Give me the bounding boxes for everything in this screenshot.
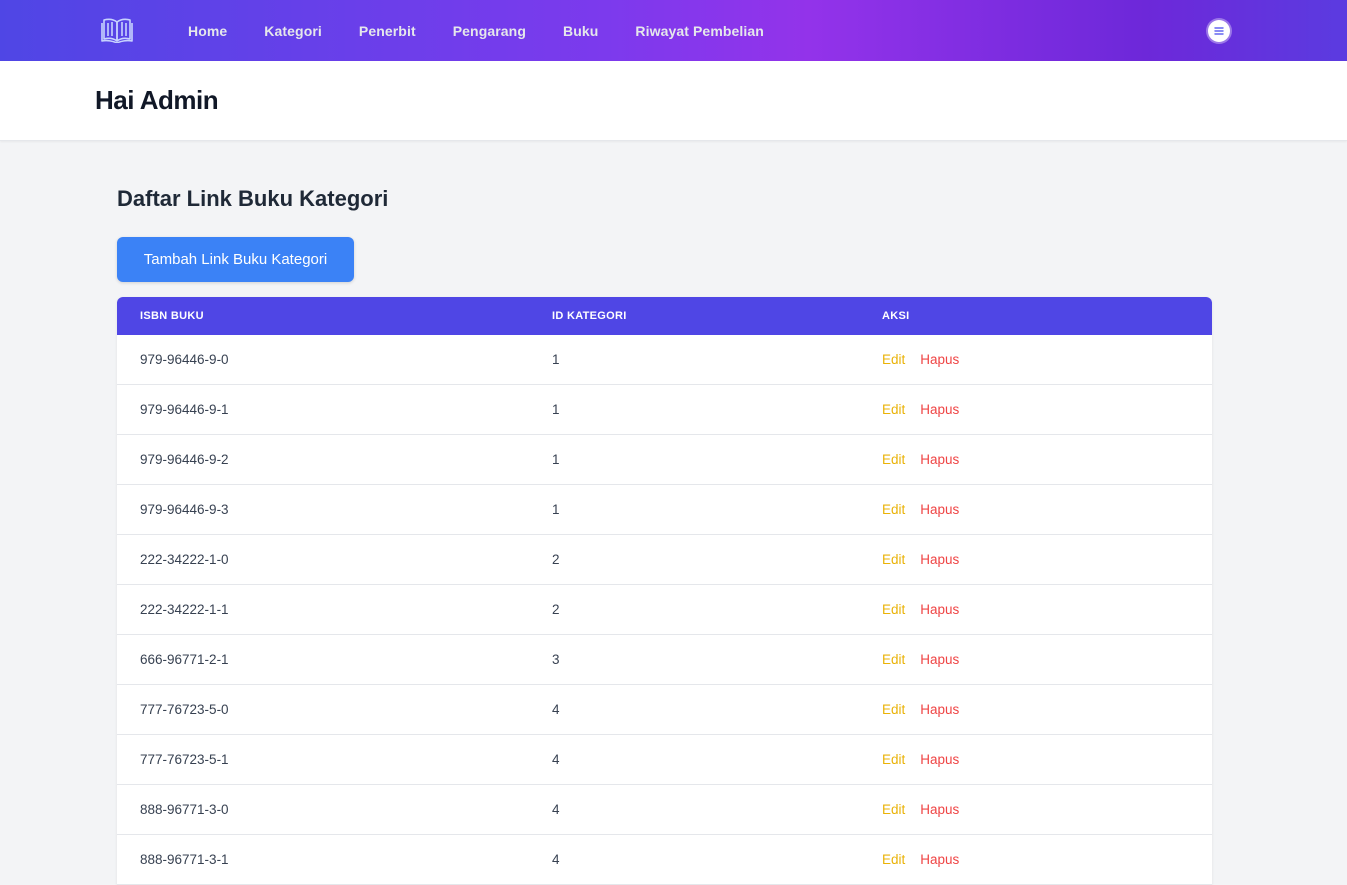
delete-link[interactable]: Hapus (920, 352, 959, 367)
isbn-cell: 979-96446-9-1 (140, 402, 229, 417)
id-kategori-cell: 4 (552, 702, 560, 717)
delete-link[interactable]: Hapus (920, 802, 959, 817)
open-book-icon[interactable] (101, 15, 133, 44)
actions-cell: Edit Hapus (882, 552, 959, 567)
isbn-cell: 777-76723-5-1 (140, 752, 229, 767)
id-kategori-cell: 4 (552, 852, 560, 867)
table-row: 979-96446-9-1 1 Edit Hapus (117, 385, 1212, 435)
delete-link[interactable]: Hapus (920, 852, 959, 867)
id-kategori-cell: 2 (552, 552, 560, 567)
table-header: ISBN BUKU ID KATEGORI AKSI (117, 297, 1212, 335)
edit-link[interactable]: Edit (882, 502, 905, 517)
edit-link[interactable]: Edit (882, 752, 905, 767)
edit-link[interactable]: Edit (882, 702, 905, 717)
isbn-cell: 979-96446-9-0 (140, 352, 229, 367)
actions-cell: Edit Hapus (882, 502, 959, 517)
actions-cell: Edit Hapus (882, 852, 959, 867)
table-row: 222-34222-1-1 2 Edit Hapus (117, 585, 1212, 635)
id-kategori-cell: 3 (552, 652, 560, 667)
actions-cell: Edit Hapus (882, 802, 959, 817)
add-link-buku-kategori-button[interactable]: Tambah Link Buku Kategori (117, 237, 354, 282)
actions-cell: Edit Hapus (882, 402, 959, 417)
hamburger-menu-icon[interactable] (1208, 20, 1230, 42)
delete-link[interactable]: Hapus (920, 652, 959, 667)
edit-link[interactable]: Edit (882, 352, 905, 367)
edit-link[interactable]: Edit (882, 552, 905, 567)
page-header: Hai Admin (0, 61, 1347, 141)
delete-link[interactable]: Hapus (920, 552, 959, 567)
column-header-isbn: ISBN BUKU (140, 310, 204, 322)
table-row: 888-96771-3-0 4 Edit Hapus (117, 785, 1212, 835)
edit-link[interactable]: Edit (882, 802, 905, 817)
actions-cell: Edit Hapus (882, 602, 959, 617)
actions-cell: Edit Hapus (882, 752, 959, 767)
id-kategori-cell: 2 (552, 602, 560, 617)
delete-link[interactable]: Hapus (920, 452, 959, 467)
table-row: 777-76723-5-0 4 Edit Hapus (117, 685, 1212, 735)
isbn-cell: 888-96771-3-1 (140, 852, 229, 867)
isbn-cell: 888-96771-3-0 (140, 802, 229, 817)
main-nav: Home Kategori Penerbit Pengarang Buku Ri… (188, 0, 801, 61)
isbn-cell: 222-34222-1-0 (140, 552, 229, 567)
edit-link[interactable]: Edit (882, 652, 905, 667)
nav-pengarang[interactable]: Pengarang (453, 23, 526, 39)
column-header-aksi: AKSI (882, 310, 910, 322)
id-kategori-cell: 1 (552, 352, 560, 367)
id-kategori-cell: 1 (552, 402, 560, 417)
id-kategori-cell: 1 (552, 502, 560, 517)
table-row: 666-96771-2-1 3 Edit Hapus (117, 635, 1212, 685)
table-body: 979-96446-9-0 1 Edit Hapus 979-96446-9-1 1 Edi… (117, 335, 1212, 885)
isbn-cell: 222-34222-1-1 (140, 602, 229, 617)
nav-home[interactable]: Home (188, 23, 227, 39)
delete-link[interactable]: Hapus (920, 702, 959, 717)
edit-link[interactable]: Edit (882, 852, 905, 867)
isbn-cell: 979-96446-9-3 (140, 502, 229, 517)
table-row: 777-76723-5-1 4 Edit Hapus (117, 735, 1212, 785)
nav-kategori[interactable]: Kategori (264, 23, 322, 39)
delete-link[interactable]: Hapus (920, 402, 959, 417)
isbn-cell: 777-76723-5-0 (140, 702, 229, 717)
column-header-id-kategori: ID KATEGORI (552, 310, 627, 322)
actions-cell: Edit Hapus (882, 452, 959, 467)
id-kategori-cell: 1 (552, 452, 560, 467)
table-row: 979-96446-9-2 1 Edit Hapus (117, 435, 1212, 485)
section-title: Daftar Link Buku Kategori (117, 186, 389, 211)
table-row: 222-34222-1-0 2 Edit Hapus (117, 535, 1212, 585)
table-row: 979-96446-9-0 1 Edit Hapus (117, 335, 1212, 385)
isbn-cell: 979-96446-9-2 (140, 452, 229, 467)
id-kategori-cell: 4 (552, 802, 560, 817)
nav-penerbit[interactable]: Penerbit (359, 23, 416, 39)
edit-link[interactable]: Edit (882, 402, 905, 417)
id-kategori-cell: 4 (552, 752, 560, 767)
page-title: Hai Admin (95, 85, 219, 115)
isbn-cell: 666-96771-2-1 (140, 652, 229, 667)
edit-link[interactable]: Edit (882, 602, 905, 617)
nav-buku[interactable]: Buku (563, 23, 598, 39)
link-buku-kategori-table: ISBN BUKU ID KATEGORI AKSI 979-96446-9-0… (117, 297, 1212, 885)
delete-link[interactable]: Hapus (920, 602, 959, 617)
actions-cell: Edit Hapus (882, 702, 959, 717)
table-row: 888-96771-3-1 4 Edit Hapus (117, 835, 1212, 885)
actions-cell: Edit Hapus (882, 652, 959, 667)
nav-riwayat-pembelian[interactable]: Riwayat Pembelian (635, 23, 764, 39)
actions-cell: Edit Hapus (882, 352, 959, 367)
table-row: 979-96446-9-3 1 Edit Hapus (117, 485, 1212, 535)
top-navbar: Home Kategori Penerbit Pengarang Buku Ri… (0, 0, 1347, 61)
delete-link[interactable]: Hapus (920, 752, 959, 767)
edit-link[interactable]: Edit (882, 452, 905, 467)
delete-link[interactable]: Hapus (920, 502, 959, 517)
